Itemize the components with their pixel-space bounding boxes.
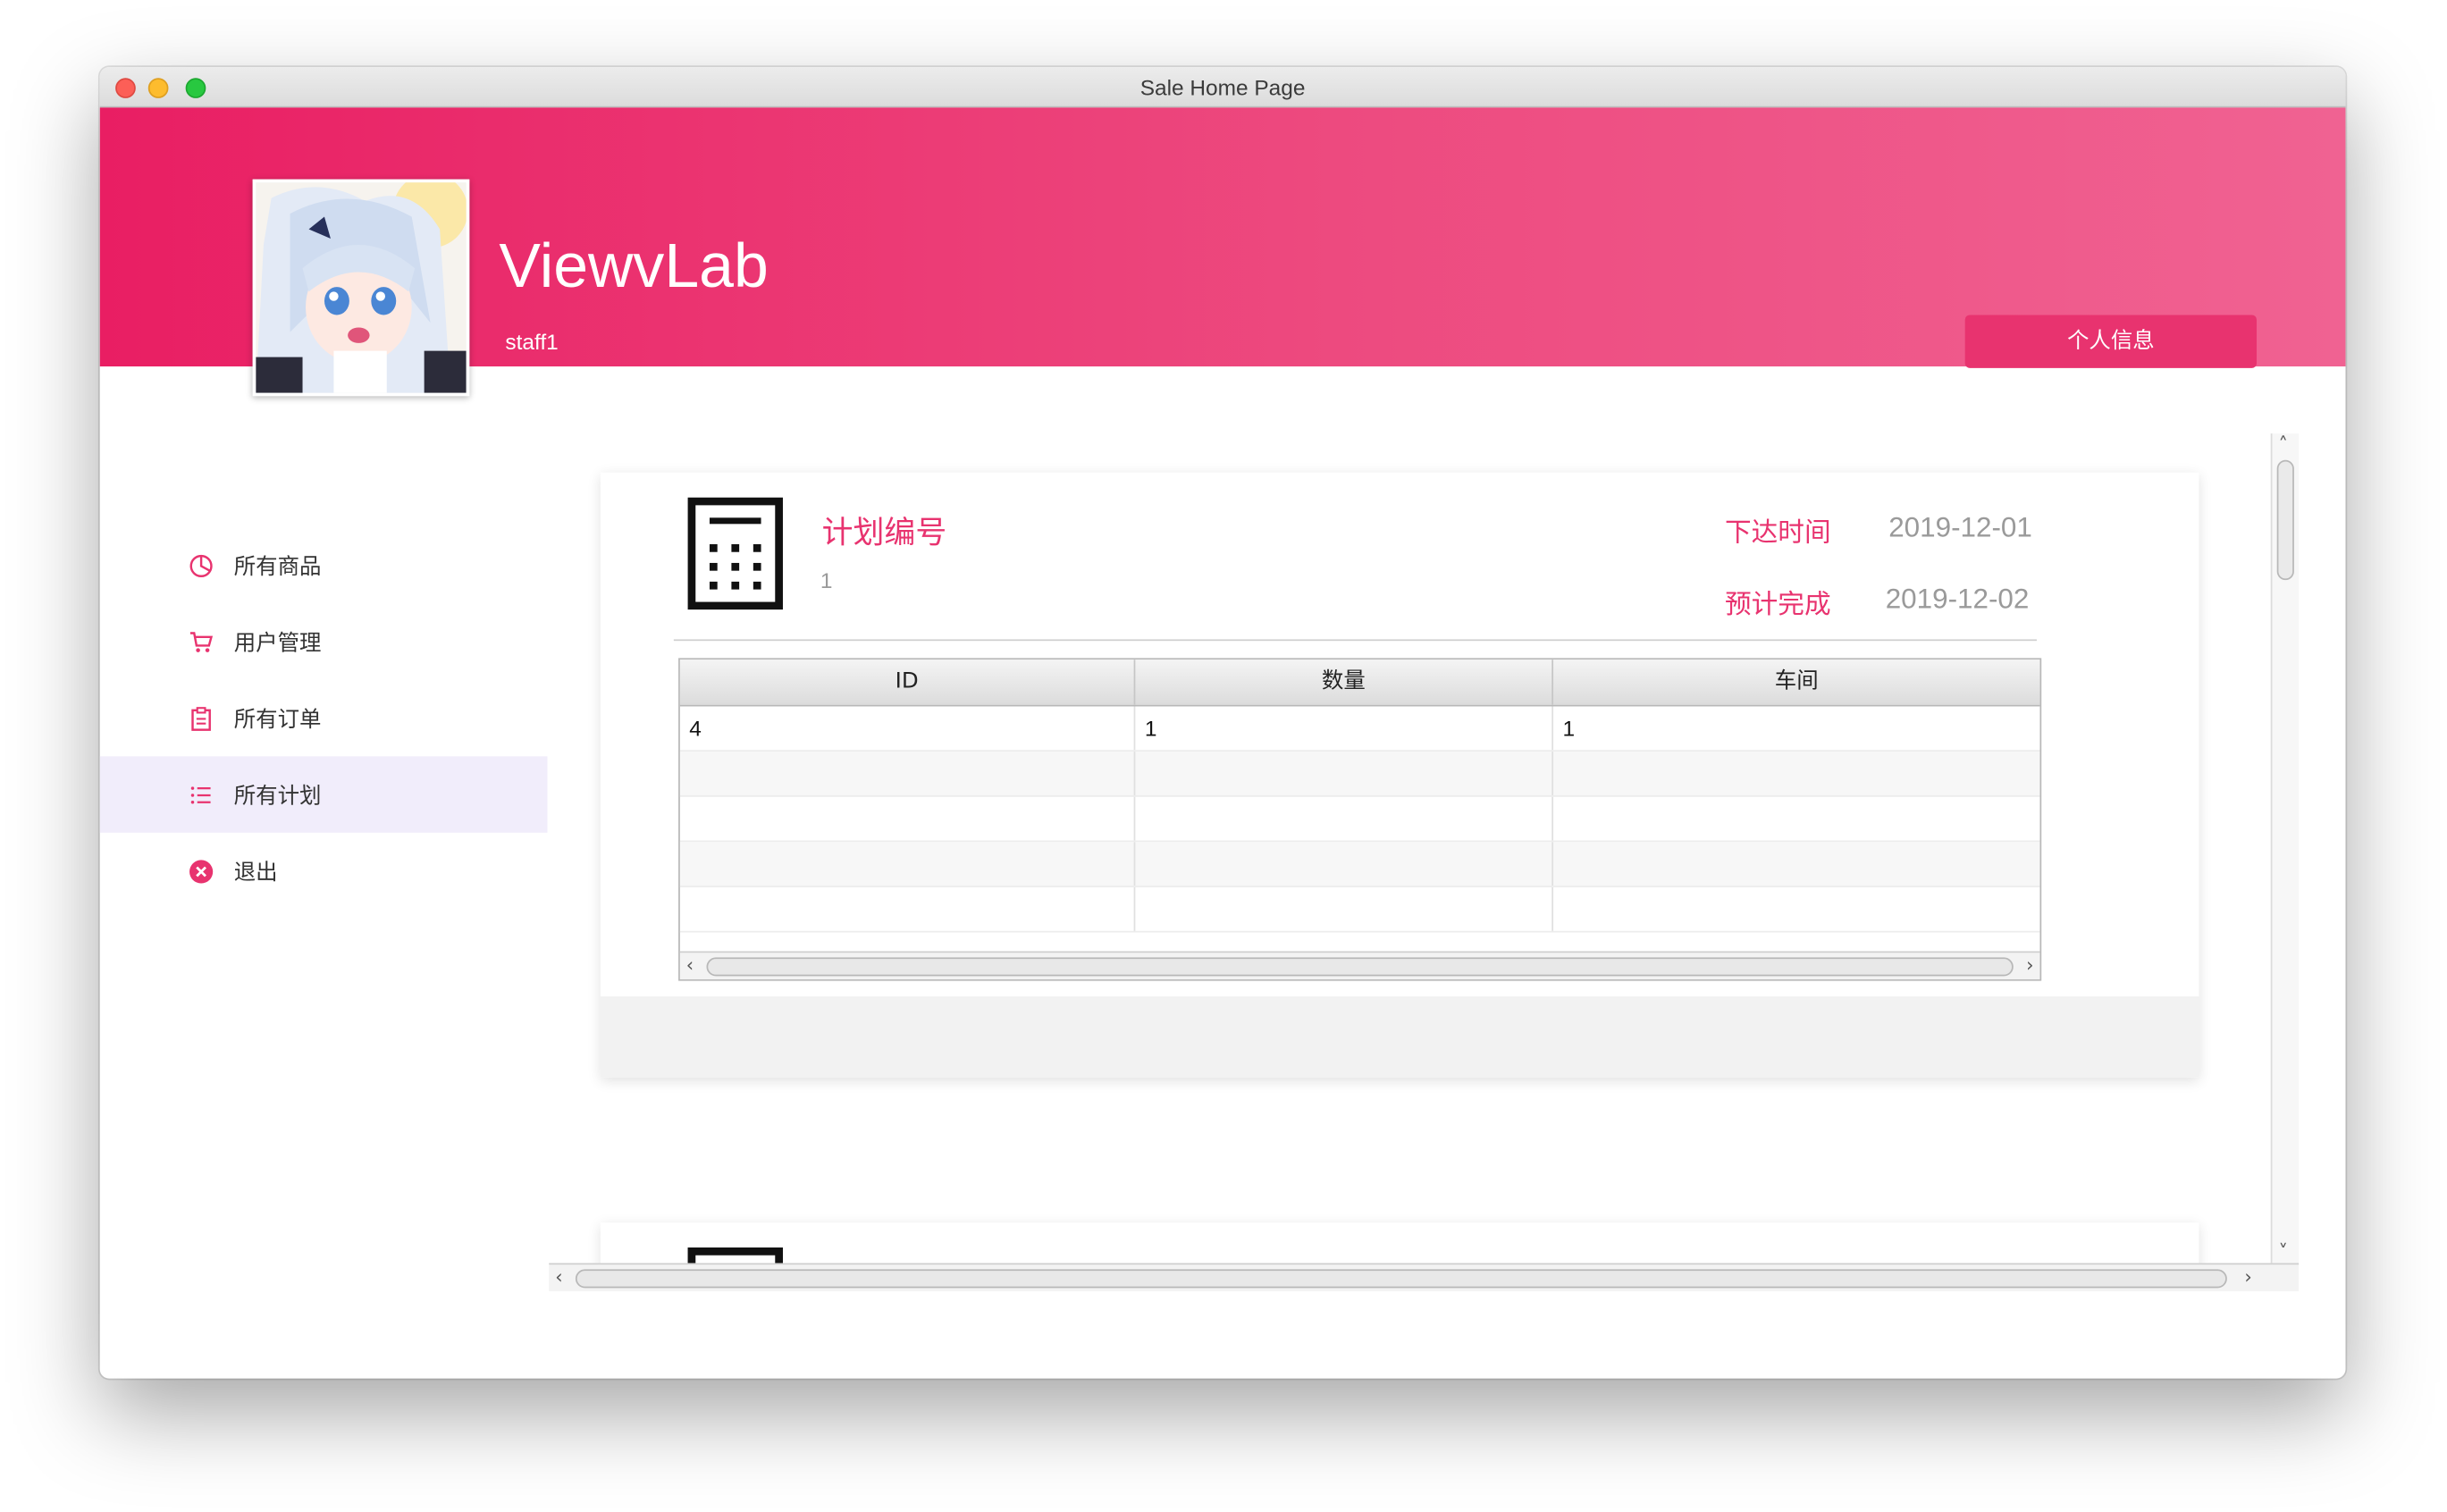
sidebar-item-label: 所有计划 — [233, 783, 322, 809]
table-row-empty — [679, 886, 2040, 933]
scroll-left-icon[interactable]: ‹ — [555, 1266, 562, 1288]
scrollbar-thumb[interactable] — [575, 1269, 2227, 1289]
avatar — [252, 179, 470, 397]
sidebar-item-label: 退出 — [233, 860, 278, 886]
app-name: ViewvLab — [499, 232, 769, 301]
sidebar-item-label: 所有订单 — [233, 707, 322, 733]
plans-scroll-area[interactable]: 计划编号 1 下达时间 2019-12-01 预计完成 2019-12-02 I… — [549, 433, 2271, 1264]
table-cell: 1 — [1135, 706, 1554, 751]
column-header-quantity[interactable]: 数量 — [1135, 659, 1554, 705]
app-window: Sale Home Page ViewvLab staff1 个人信息 所有商品… — [99, 67, 2346, 1379]
scroll-down-icon[interactable]: ˅ — [2278, 1241, 2287, 1263]
table-row-empty — [679, 842, 2040, 887]
sidebar-item-all-products[interactable]: 所有商品 — [100, 527, 548, 604]
plan-number-value: 1 — [820, 567, 833, 593]
scrollbar-thumb[interactable] — [2276, 459, 2294, 581]
avatar-illustration — [256, 182, 467, 393]
plan-card: 计划编号 1 下达时间 2019-12-01 预计完成 2019-12-02 I… — [600, 472, 2199, 1078]
column-header-id[interactable]: ID — [680, 659, 1136, 705]
sidebar-item-label: 所有商品 — [233, 554, 322, 580]
sidebar-item-user-management[interactable]: 用户管理 — [100, 603, 548, 680]
plan-items-table: ID 数量 车间 4 1 1 ‹ › — [678, 658, 2042, 981]
sidebar-item-all-plans[interactable]: 所有计划 — [99, 756, 548, 833]
table-row[interactable]: 4 1 1 — [679, 706, 2040, 752]
plan-card-next — [600, 1222, 2199, 1264]
scroll-right-icon[interactable]: › — [2244, 1266, 2251, 1288]
list-icon — [187, 780, 214, 808]
table-cell: 4 — [680, 706, 1136, 751]
sidebar-item-label: 用户管理 — [233, 630, 322, 656]
card-footer — [600, 996, 2199, 1078]
scrollbar-thumb[interactable] — [706, 957, 2014, 977]
pie-chart-icon — [187, 551, 214, 579]
clipboard-icon — [187, 704, 214, 732]
sidebar-item-logout[interactable]: 退出 — [100, 833, 548, 910]
expected-completion-value: 2019-12-02 — [1885, 583, 2030, 615]
scroll-up-icon[interactable]: ˄ — [2278, 433, 2287, 455]
cart-icon — [187, 627, 214, 655]
horizontal-scrollbar[interactable]: ‹ › — [549, 1263, 2300, 1291]
vertical-scrollbar[interactable]: ˄ ˅ — [2270, 433, 2300, 1264]
title-bar: Sale Home Page — [99, 67, 2346, 108]
window-title: Sale Home Page — [1139, 74, 1306, 100]
profile-info-button[interactable]: 个人信息 — [1964, 315, 2258, 368]
calculator-icon — [687, 1247, 783, 1264]
issue-time-value: 2019-12-01 — [1888, 511, 2032, 543]
sidebar-nav: 所有商品 用户管理 所有订单 所有计划 退出 — [99, 527, 548, 910]
table-horizontal-scrollbar[interactable]: ‹ › — [679, 951, 2040, 979]
expected-completion-label: 预计完成 — [1724, 589, 1831, 621]
table-header: ID 数量 车间 — [679, 659, 2040, 707]
table-row-empty — [679, 796, 2040, 843]
plan-number-label: 计划编号 — [821, 513, 947, 550]
table-cell: 1 — [1562, 715, 1576, 741]
column-header-workshop[interactable]: 车间 — [1553, 659, 2039, 705]
username: staff1 — [505, 329, 559, 355]
sidebar-item-all-orders[interactable]: 所有订单 — [100, 680, 548, 757]
close-circle-icon — [187, 857, 214, 885]
issue-time-label: 下达时间 — [1724, 517, 1831, 550]
calculator-icon — [687, 497, 783, 610]
card-divider — [673, 639, 2037, 642]
table-row-empty — [679, 752, 2040, 797]
scroll-left-icon[interactable]: ‹ — [686, 954, 694, 976]
scroll-right-icon[interactable]: › — [2026, 954, 2033, 976]
